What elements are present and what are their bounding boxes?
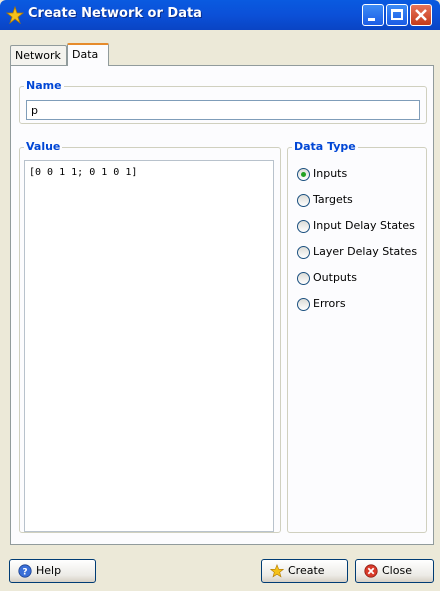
radio-label: Errors [313, 297, 346, 310]
star-icon [6, 6, 24, 24]
radio-button[interactable] [297, 193, 310, 207]
tab-network[interactable]: Network [10, 45, 67, 65]
radio-label: Targets [313, 193, 353, 206]
radio-label: Outputs [313, 271, 357, 284]
maximize-button[interactable] [386, 4, 408, 26]
name-input[interactable] [26, 100, 420, 120]
title-bar[interactable]: Create Network or Data [0, 0, 440, 30]
radio-button[interactable] [297, 245, 310, 259]
help-button[interactable]: ? Help [9, 559, 96, 583]
create-label: Create [288, 564, 325, 577]
close-icon [415, 9, 427, 21]
tab-data[interactable]: Data [67, 43, 109, 66]
radio-label: Input Delay States [313, 219, 415, 232]
radio-button[interactable] [297, 297, 310, 311]
radio-button[interactable] [297, 219, 310, 233]
close-button[interactable]: Close [355, 559, 434, 583]
radio-button[interactable] [297, 271, 310, 285]
name-legend: Name [24, 79, 64, 92]
help-icon: ? [18, 564, 32, 578]
name-group: Name [19, 79, 427, 124]
data-tab-panel: Name Value [0 0 1 1; 0 1 0 1] Data Type … [10, 65, 434, 545]
svg-text:?: ? [22, 568, 27, 578]
radio-label: Layer Delay States [313, 245, 418, 258]
radio-button-selected[interactable] [297, 167, 310, 181]
radio-layer-delay-states[interactable]: Layer Delay States [297, 243, 417, 261]
create-button[interactable]: Create [261, 559, 348, 583]
value-group: Value [0 0 1 1; 0 1 0 1] [19, 140, 281, 533]
radio-input-delay-states[interactable]: Input Delay States [297, 217, 415, 235]
radio-outputs[interactable]: Outputs [297, 269, 357, 287]
radio-label: Inputs [313, 167, 348, 180]
radio-errors[interactable]: Errors [297, 295, 346, 313]
window-title: Create Network or Data [28, 6, 202, 21]
close-circle-icon [364, 564, 378, 578]
help-label: Help [36, 564, 62, 577]
data-type-group: Data Type Inputs Targets Input Delay Sta… [287, 140, 427, 533]
value-textarea[interactable]: [0 0 1 1; 0 1 0 1] [24, 160, 274, 532]
value-legend: Value [24, 140, 63, 153]
close-label: Close [382, 564, 412, 577]
radio-inputs[interactable]: Inputs [297, 165, 347, 183]
close-window-button[interactable] [410, 4, 432, 26]
minimize-button[interactable] [362, 4, 384, 26]
data-type-legend: Data Type [292, 140, 358, 153]
radio-targets[interactable]: Targets [297, 191, 353, 209]
star-icon [270, 564, 284, 578]
